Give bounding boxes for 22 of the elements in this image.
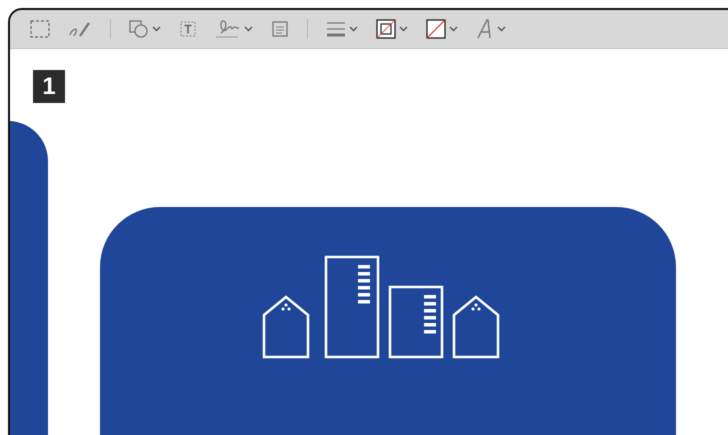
border-icon [376, 19, 396, 39]
fill-icon [426, 19, 446, 39]
text-box-icon[interactable] [179, 20, 197, 38]
shapes-tool[interactable] [129, 20, 161, 38]
caret-icon [152, 26, 161, 32]
caret-icon [349, 26, 358, 32]
shapes-icon [129, 20, 149, 38]
font-tool[interactable] [476, 19, 506, 39]
selection-icon[interactable] [30, 20, 50, 38]
signature-tool[interactable] [215, 19, 253, 39]
caret-icon [399, 26, 408, 32]
lines-icon [326, 21, 346, 37]
line-style-tool[interactable] [326, 21, 358, 37]
pen-icon[interactable] [68, 20, 92, 38]
fill-color-tool[interactable] [426, 19, 458, 39]
border-color-tool[interactable] [376, 19, 408, 39]
signature-icon [215, 19, 241, 39]
page-number-badge: 1 [33, 70, 65, 103]
caret-icon [497, 26, 506, 32]
caret-icon [244, 26, 253, 32]
caret-icon [449, 26, 458, 32]
note-icon[interactable] [271, 20, 289, 38]
